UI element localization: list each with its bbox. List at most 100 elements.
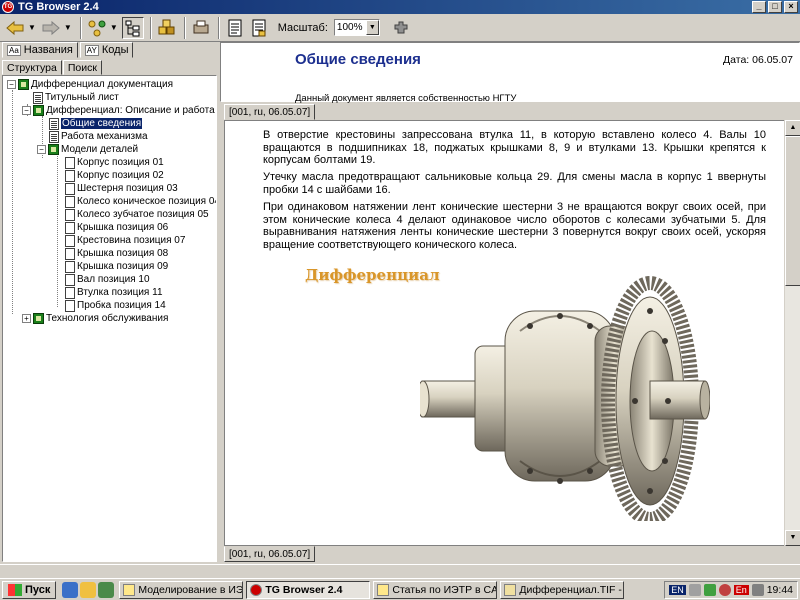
title-bar: TG TG Browser 2.4 _ □ × [0, 0, 800, 14]
tree-node-part[interactable]: Колесо коническое позиция 04 [65, 195, 216, 208]
document-content: В отверстие крестовины запрессована втул… [224, 120, 786, 546]
page-icon [65, 169, 75, 182]
back-button[interactable] [4, 17, 26, 39]
document-header: Общие сведения Дата: 06.05.07 Данный док… [220, 42, 800, 104]
document-icon [228, 19, 242, 36]
tree-node-models[interactable]: − Модели деталей [37, 143, 138, 156]
email-icon[interactable] [80, 581, 97, 598]
page-icon [65, 208, 75, 221]
tree-node-label: Титульный лист [45, 92, 119, 103]
tree-node-part[interactable]: Крышка позиция 06 [65, 221, 168, 234]
expand-icon[interactable]: + [22, 314, 31, 323]
back-dropdown-icon[interactable]: ▼ [28, 23, 36, 32]
status-bar [0, 564, 800, 578]
collapse-icon[interactable]: − [37, 145, 46, 154]
tree-view-button[interactable] [121, 16, 144, 39]
navigation-button[interactable] [86, 17, 108, 39]
task-button[interactable]: Статья по ИЭТР в CAD... [373, 580, 498, 599]
page-icon [49, 130, 59, 143]
book-icon [18, 79, 29, 90]
scroll-up-icon[interactable]: ▲ [785, 120, 800, 136]
task-button[interactable]: TG Browser 2.4 [246, 580, 371, 599]
tree-node-part[interactable]: Шестерня позиция 03 [65, 182, 178, 195]
paragraph: В отверстие крестовины запрессована втул… [263, 129, 766, 166]
page-icon [65, 286, 75, 299]
browser-icon[interactable] [62, 581, 79, 598]
tree-node-part[interactable]: Крышка позиция 08 [65, 247, 168, 260]
close-button[interactable]: × [784, 1, 798, 13]
tab-search[interactable]: Поиск [62, 60, 102, 75]
toolbar-separator [149, 16, 152, 39]
page-icon [49, 117, 59, 130]
book-icon [33, 313, 44, 324]
notes-icon [252, 19, 266, 36]
keyboard-icon[interactable] [688, 584, 701, 596]
back-arrow-icon [6, 20, 24, 35]
tree-node-part[interactable]: Колесо зубчатое позиция 05 [65, 208, 209, 221]
minimize-button[interactable]: _ [752, 1, 766, 13]
document-path-tab-bottom[interactable]: [001, ru, 06.05.07] [224, 546, 316, 562]
maximize-button[interactable]: □ [768, 1, 782, 13]
toolbar-separator [183, 16, 186, 39]
task-label: Дифференциал.TIF - Paint [519, 583, 623, 596]
tree-node-label: Работа механизма [61, 131, 148, 142]
tab-names-label: Названия [23, 44, 73, 56]
differential-illustration [420, 276, 710, 521]
tree-node-part[interactable]: Корпус позиция 02 [65, 169, 164, 182]
collapse-icon[interactable]: − [22, 106, 31, 115]
forward-arrow-icon [42, 20, 60, 35]
task-button[interactable]: Дифференциал.TIF - Paint [500, 580, 625, 599]
clock: 19:44 [766, 584, 793, 596]
chevron-down-icon[interactable]: ▼ [365, 20, 379, 35]
tree-node-label: Крышка позиция 09 [77, 261, 169, 272]
tree-node-general-info[interactable]: Общие сведения [49, 117, 143, 130]
volume-icon[interactable] [751, 584, 764, 596]
tree-node-part[interactable]: Крестовина позиция 07 [65, 234, 185, 247]
tab-names[interactable]: Aa Названия [2, 42, 78, 58]
antivirus-icon[interactable] [718, 584, 731, 596]
vertical-scrollbar[interactable]: ▲ ▼ [784, 120, 800, 546]
tree-node-maintenance[interactable]: + Технология обслуживания [22, 312, 168, 325]
tab-structure[interactable]: Структура [2, 60, 62, 75]
tree-node-part[interactable]: Вал позиция 10 [65, 273, 150, 286]
codes-tab-icon: AY [84, 44, 99, 56]
book-icon [33, 105, 44, 116]
document-path-tab[interactable]: [001, ru, 06.05.07] [224, 104, 316, 120]
page-icon [65, 247, 75, 260]
forward-dropdown-icon[interactable]: ▼ [64, 23, 72, 32]
language-indicator[interactable]: EN [669, 585, 686, 595]
document-button[interactable] [224, 17, 246, 39]
system-tray: EN En 19:44 [664, 581, 798, 599]
components-button[interactable] [156, 17, 178, 39]
start-label: Пуск [25, 583, 51, 596]
network-tray-icon[interactable] [703, 584, 716, 596]
tree-node-description[interactable]: − Дифференциал: Описание и работа [22, 104, 215, 117]
scroll-down-icon[interactable]: ▼ [785, 530, 800, 546]
collapse-icon[interactable]: − [7, 80, 16, 89]
forward-button[interactable] [40, 17, 62, 39]
tree-node-label: Корпус позиция 02 [77, 170, 164, 181]
scroll-thumb[interactable] [785, 136, 800, 286]
tree-node-part[interactable]: Корпус позиция 01 [65, 156, 164, 169]
tree-node-part[interactable]: Втулка позиция 11 [65, 286, 163, 299]
tree-node-label: Шестерня позиция 03 [77, 183, 178, 194]
start-button[interactable]: Пуск [2, 580, 57, 599]
input-language-icon[interactable]: En [733, 585, 749, 595]
puzzle-button[interactable] [390, 17, 412, 39]
navigation-dropdown-icon[interactable]: ▼ [110, 23, 118, 32]
tree-node-documentation[interactable]: − Дифференциал документация [7, 78, 173, 91]
tree-node-part[interactable]: Крышка позиция 09 [65, 260, 168, 273]
print-button[interactable] [190, 17, 212, 39]
zoom-select[interactable]: 100% ▼ [333, 19, 380, 36]
tab-codes[interactable]: AY Коды [79, 42, 134, 58]
task-button[interactable]: Моделирование в ИЭТ... [119, 580, 244, 599]
tree-node-part[interactable]: Пробка позиция 14 [65, 299, 166, 312]
page-icon [65, 299, 75, 312]
tree-node-mechanism[interactable]: Работа механизма [49, 130, 148, 143]
task-label: TG Browser 2.4 [265, 583, 343, 596]
document-date: Дата: 06.05.07 [723, 54, 793, 66]
tree-connector [12, 90, 13, 314]
notes-button[interactable] [248, 17, 270, 39]
tree-node-title-page[interactable]: Титульный лист [33, 91, 119, 104]
desktop-icon[interactable] [98, 581, 115, 598]
